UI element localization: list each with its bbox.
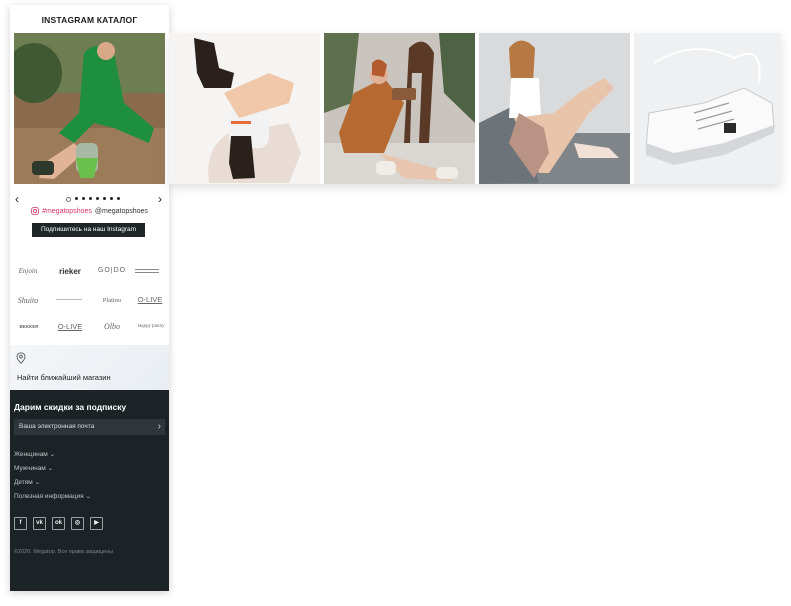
carousel-dot[interactable] (96, 197, 99, 200)
instagram-photo-main[interactable] (14, 33, 165, 184)
instagram-carousel-controls: ‹ › (10, 193, 169, 207)
footer-menu-label: Полезная информация (14, 493, 84, 500)
brand-logo[interactable]: GO|DO (95, 267, 129, 274)
brand-logo[interactable]: Shuito (11, 296, 45, 305)
instagram-photo-chair[interactable] (324, 33, 475, 184)
social-links: f vk ok ◎ ▶ (14, 517, 103, 530)
brand-logo[interactable]: rieker (53, 267, 87, 276)
subscribe-instagram-button[interactable]: Подпишитесь на наш Instagram (32, 223, 145, 237)
instagram-icon (31, 207, 39, 215)
brand-logo[interactable]: BEKKER (12, 324, 46, 329)
subscribe-title: Дарим скидки за подписку (14, 402, 127, 412)
carousel-dot[interactable] (75, 197, 78, 200)
chevron-down-icon: ⌄ (49, 451, 56, 458)
instagram-hashtag-link[interactable]: #megatopshoes (42, 208, 92, 215)
vk-icon[interactable]: vk (33, 517, 46, 530)
footer-menu-kids[interactable]: Детям ⌄ (14, 478, 40, 486)
carousel-dot[interactable] (66, 197, 71, 202)
instagram-catalog-title: INSTAGRAM КАТАЛОГ (41, 15, 138, 25)
instagram-icon[interactable]: ◎ (71, 517, 84, 530)
instagram-photo-boots[interactable] (169, 33, 320, 184)
carousel-dot[interactable] (117, 197, 120, 200)
chevron-down-icon: ⌄ (85, 493, 91, 500)
footer-menu-women[interactable]: Женщинам ⌄ (14, 450, 55, 458)
carousel-dot[interactable] (110, 197, 113, 200)
email-placeholder: Ваша электронная почта (19, 423, 95, 430)
brand-logo[interactable]: O-LIVE (53, 322, 87, 331)
instagram-account[interactable]: @megatopshoes (95, 208, 148, 215)
carousel-dot[interactable] (89, 197, 92, 200)
brand-logo[interactable]: Enjoin (11, 267, 45, 275)
location-pin-icon (16, 352, 26, 364)
carousel-dots (66, 197, 120, 202)
footer-menu-label: Женщинам (14, 451, 48, 458)
store-finder-label: Найти ближайший магазин (17, 373, 111, 382)
brand-logo[interactable]: Olbo (95, 322, 129, 331)
carousel-dot[interactable] (82, 197, 85, 200)
brand-logo[interactable]: Happy family (134, 324, 168, 329)
footer: Дарим скидки за подписку Ваша электронна… (10, 390, 169, 591)
youtube-icon[interactable]: ▶ (90, 517, 103, 530)
copyright: ©2020. Megatop. Все права защищены (14, 549, 114, 555)
chevron-down-icon: ⌄ (47, 465, 54, 472)
carousel-next-arrow[interactable]: › (158, 193, 162, 205)
odnoklassniki-icon[interactable]: ok (52, 517, 65, 530)
email-field[interactable]: Ваша электронная почта › (14, 419, 165, 435)
chevron-down-icon: ⌄ (34, 479, 41, 486)
instagram-photo-sneaker[interactable] (634, 33, 781, 184)
store-finder[interactable]: Найти ближайший магазин (10, 345, 169, 390)
mobile-panel: INSTAGRAM КАТАЛОГ ‹ › #megatopshoes @meg… (10, 5, 169, 591)
chevron-right-icon[interactable]: › (158, 421, 161, 432)
brand-logo[interactable] (135, 269, 159, 273)
instagram-handle-row: #megatopshoes @megatopshoes (10, 207, 169, 215)
facebook-icon[interactable]: f (14, 517, 27, 530)
footer-menu-label: Детям (14, 479, 33, 486)
carousel-prev-arrow[interactable]: ‹ (15, 193, 19, 205)
brand-logo[interactable]: Platino (95, 297, 129, 304)
footer-menu-info[interactable]: Полезная информация ⌄ (14, 492, 91, 500)
brand-logo[interactable] (56, 299, 82, 301)
instagram-photo-sitting[interactable] (479, 33, 630, 184)
footer-menu-label: Мужчинам (14, 465, 46, 472)
carousel-dot[interactable] (103, 197, 106, 200)
footer-menu-men[interactable]: Мужчинам ⌄ (14, 464, 53, 472)
brand-logo[interactable]: O-LIVE (133, 295, 167, 304)
